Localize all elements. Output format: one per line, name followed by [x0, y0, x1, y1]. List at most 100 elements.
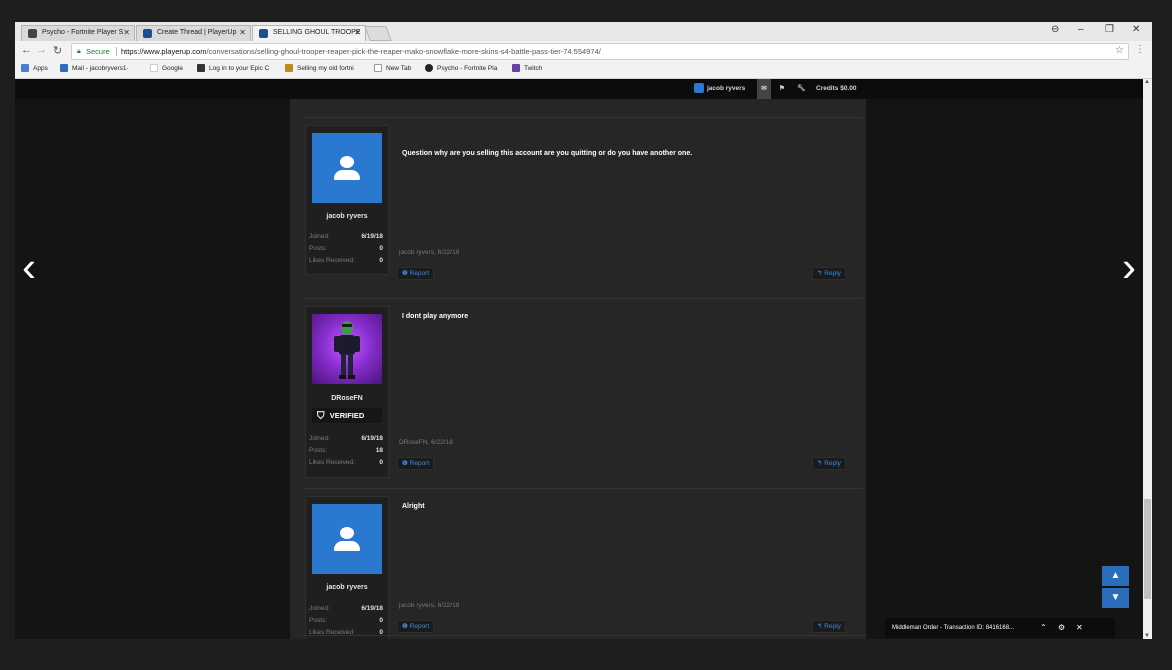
close-icon[interactable]: ✕ [1076, 618, 1083, 638]
star-icon[interactable]: ☆ [1115, 43, 1124, 58]
wrench-icon[interactable]: 🔧︎ [797, 79, 805, 99]
tab-title: SELLING GHOUL TROOPE [273, 29, 361, 36]
stat-label: Posts: [309, 245, 328, 252]
close-icon[interactable]: ✕ [239, 26, 246, 40]
user-card: jacob ryvers Joined: 6/19/18 Posts: 0 Like… [305, 496, 389, 639]
bookmark-label: Selling my old fortni [297, 65, 354, 72]
bookmark-psycho[interactable]: Psycho - Fortnite Pla [425, 64, 497, 74]
account-link[interactable]: jacob ryvers [694, 79, 745, 99]
bookmark-apps[interactable]: Apps [21, 64, 48, 74]
scroll-arrow-up-icon[interactable]: ▲ [1144, 79, 1150, 85]
bookmark-mail[interactable]: Mail - jacobryvers1· [60, 64, 129, 74]
avatar[interactable] [312, 133, 382, 203]
bookmark-label: Mail - jacobryvers1· [72, 65, 129, 72]
tab-selling-ghoul[interactable]: SELLING GHOUL TROOPE ✕ [252, 25, 366, 41]
previous-arrow-icon[interactable]: ‹ [22, 246, 36, 288]
post-divider [302, 298, 862, 299]
default-avatar-icon [340, 527, 354, 539]
outlook-icon [60, 64, 68, 73]
address-bar[interactable]: 🔒︎ Secure https://www.playerup.com/conve… [71, 43, 1129, 60]
stat-posts: Posts: 0 [309, 615, 383, 626]
close-icon[interactable]: ✕ [354, 26, 361, 40]
page-icon [374, 64, 382, 73]
fortnite-skin-icon [334, 321, 360, 379]
stat-label: Posts: [309, 617, 328, 624]
stat-label: Joined: [309, 605, 330, 612]
bookmark-label: Psycho - Fortnite Pla [437, 65, 498, 72]
restore-icon[interactable]: ❐ [1105, 24, 1114, 35]
stat-value: 18 [375, 447, 383, 454]
bookmark-epic[interactable]: Log in to your Epic C [197, 64, 269, 74]
stat-value: 6/19/18 [361, 233, 383, 240]
report-button[interactable]: ❶ Report [397, 267, 435, 280]
scroll-up-button[interactable]: ▲ [1102, 566, 1129, 586]
stat-value: 6/19/18 [361, 435, 383, 442]
post-meta[interactable]: jacob ryvers, 6/22/18 [399, 602, 459, 609]
stat-value: 0 [379, 629, 383, 636]
credits-link[interactable]: Credits $0.00 [816, 79, 856, 99]
bookmark-google[interactable]: Google [150, 64, 183, 74]
forward-icon[interactable]: → [36, 44, 47, 56]
bookmarks-bar: Apps Mail - jacobryvers1· Google Log in … [15, 61, 1152, 79]
bookmark-newtab[interactable]: New Tab [374, 64, 411, 74]
reply-button[interactable]: ↰ Reply [812, 267, 846, 280]
user-icon [694, 83, 704, 94]
menu-icon[interactable]: ⋮ [1135, 44, 1145, 55]
stat-posts: Posts: 18 [309, 445, 383, 456]
reply-button[interactable]: ↰ Reply [812, 620, 846, 633]
stat-likes: Likes Received: 0 [309, 255, 383, 266]
post-meta[interactable]: DRoseFN, 6/22/18 [399, 439, 453, 446]
flag-icon[interactable]: ⚑ [779, 79, 785, 99]
next-arrow-icon[interactable]: › [1122, 246, 1136, 288]
new-tab-button[interactable] [364, 26, 392, 41]
reload-icon[interactable]: ↻ [53, 44, 62, 57]
stat-value: 0 [379, 459, 383, 466]
username[interactable]: DRoseFN [306, 395, 388, 402]
back-icon[interactable]: ← [21, 44, 32, 56]
stat-likes: Likes Received: 0 [309, 457, 383, 468]
avatar[interactable] [312, 504, 382, 574]
tab-title: Psycho - Fortnite Player S [42, 29, 124, 36]
profile-icon[interactable]: ⊖ [1051, 24, 1059, 35]
tab-create-thread[interactable]: Create Thread | PlayerUp ✕ [136, 25, 251, 41]
default-avatar-icon [340, 156, 354, 168]
user-card: DRoseFN ⛉ VERIFIED Joined: 6/19/18 Posts:… [305, 306, 389, 478]
username[interactable]: jacob ryvers [306, 584, 388, 591]
inbox-icon[interactable]: ✉ [757, 79, 771, 99]
bookmark-twitch[interactable]: Twitch [512, 64, 542, 74]
stat-label: Likes Received: [309, 459, 355, 466]
post-message: Question why are you selling this accoun… [402, 150, 693, 157]
report-button[interactable]: ❶ Report [397, 457, 435, 470]
scroll-thumb[interactable] [1144, 499, 1151, 599]
minimize-icon[interactable]: – [1078, 24, 1084, 35]
middleman-order-bar[interactable]: Middleman Order - Transaction ID: 841616… [885, 618, 1115, 638]
bookmark-label: New Tab [386, 65, 412, 72]
scroll-arrow-down-icon[interactable]: ▼ [1144, 633, 1150, 639]
stat-joined: Joined: 6/19/18 [309, 603, 383, 614]
username[interactable]: jacob ryvers [306, 213, 388, 220]
tab-title: Create Thread | PlayerUp [157, 29, 237, 36]
report-label: Report [409, 460, 430, 467]
avatar[interactable] [312, 314, 382, 384]
thread-content: jacob ryvers Joined: 6/19/18 Posts: 0 Like… [290, 99, 866, 639]
twitch-icon [512, 64, 520, 73]
post: jacob ryvers Joined: 6/19/18 Posts: 0 Like… [290, 125, 866, 285]
lock-icon: 🔒︎ [77, 48, 81, 55]
shield-check-icon: ⛉ [317, 411, 325, 422]
post-message: Alright [402, 503, 425, 510]
page-scrollbar[interactable]: ▲ ▼ [1143, 79, 1152, 639]
scroll-down-button[interactable]: ▼ [1102, 588, 1129, 608]
bookmark-selling[interactable]: Selling my old fortni [285, 64, 354, 74]
report-button[interactable]: ❶ Report [397, 620, 435, 633]
url-text[interactable]: https://www.playerup.com/conversations/s… [121, 44, 601, 59]
reply-button[interactable]: ↰ Reply [812, 457, 846, 470]
tab-strip: Psycho - Fortnite Player S ✕ Create Thre… [15, 22, 1152, 41]
stat-value: 6/19/18 [361, 605, 383, 612]
tab-psycho[interactable]: Psycho - Fortnite Player S ✕ [21, 25, 135, 41]
window-close-icon[interactable]: ✕ [1132, 24, 1140, 35]
close-icon[interactable]: ✕ [123, 26, 130, 40]
reply-label: Reply [824, 623, 841, 630]
chevron-up-icon[interactable]: ⌃ [1040, 618, 1047, 638]
gear-icon[interactable]: ⚙ [1058, 618, 1065, 638]
post-meta[interactable]: jacob ryvers, 6/22/18 [399, 249, 459, 256]
